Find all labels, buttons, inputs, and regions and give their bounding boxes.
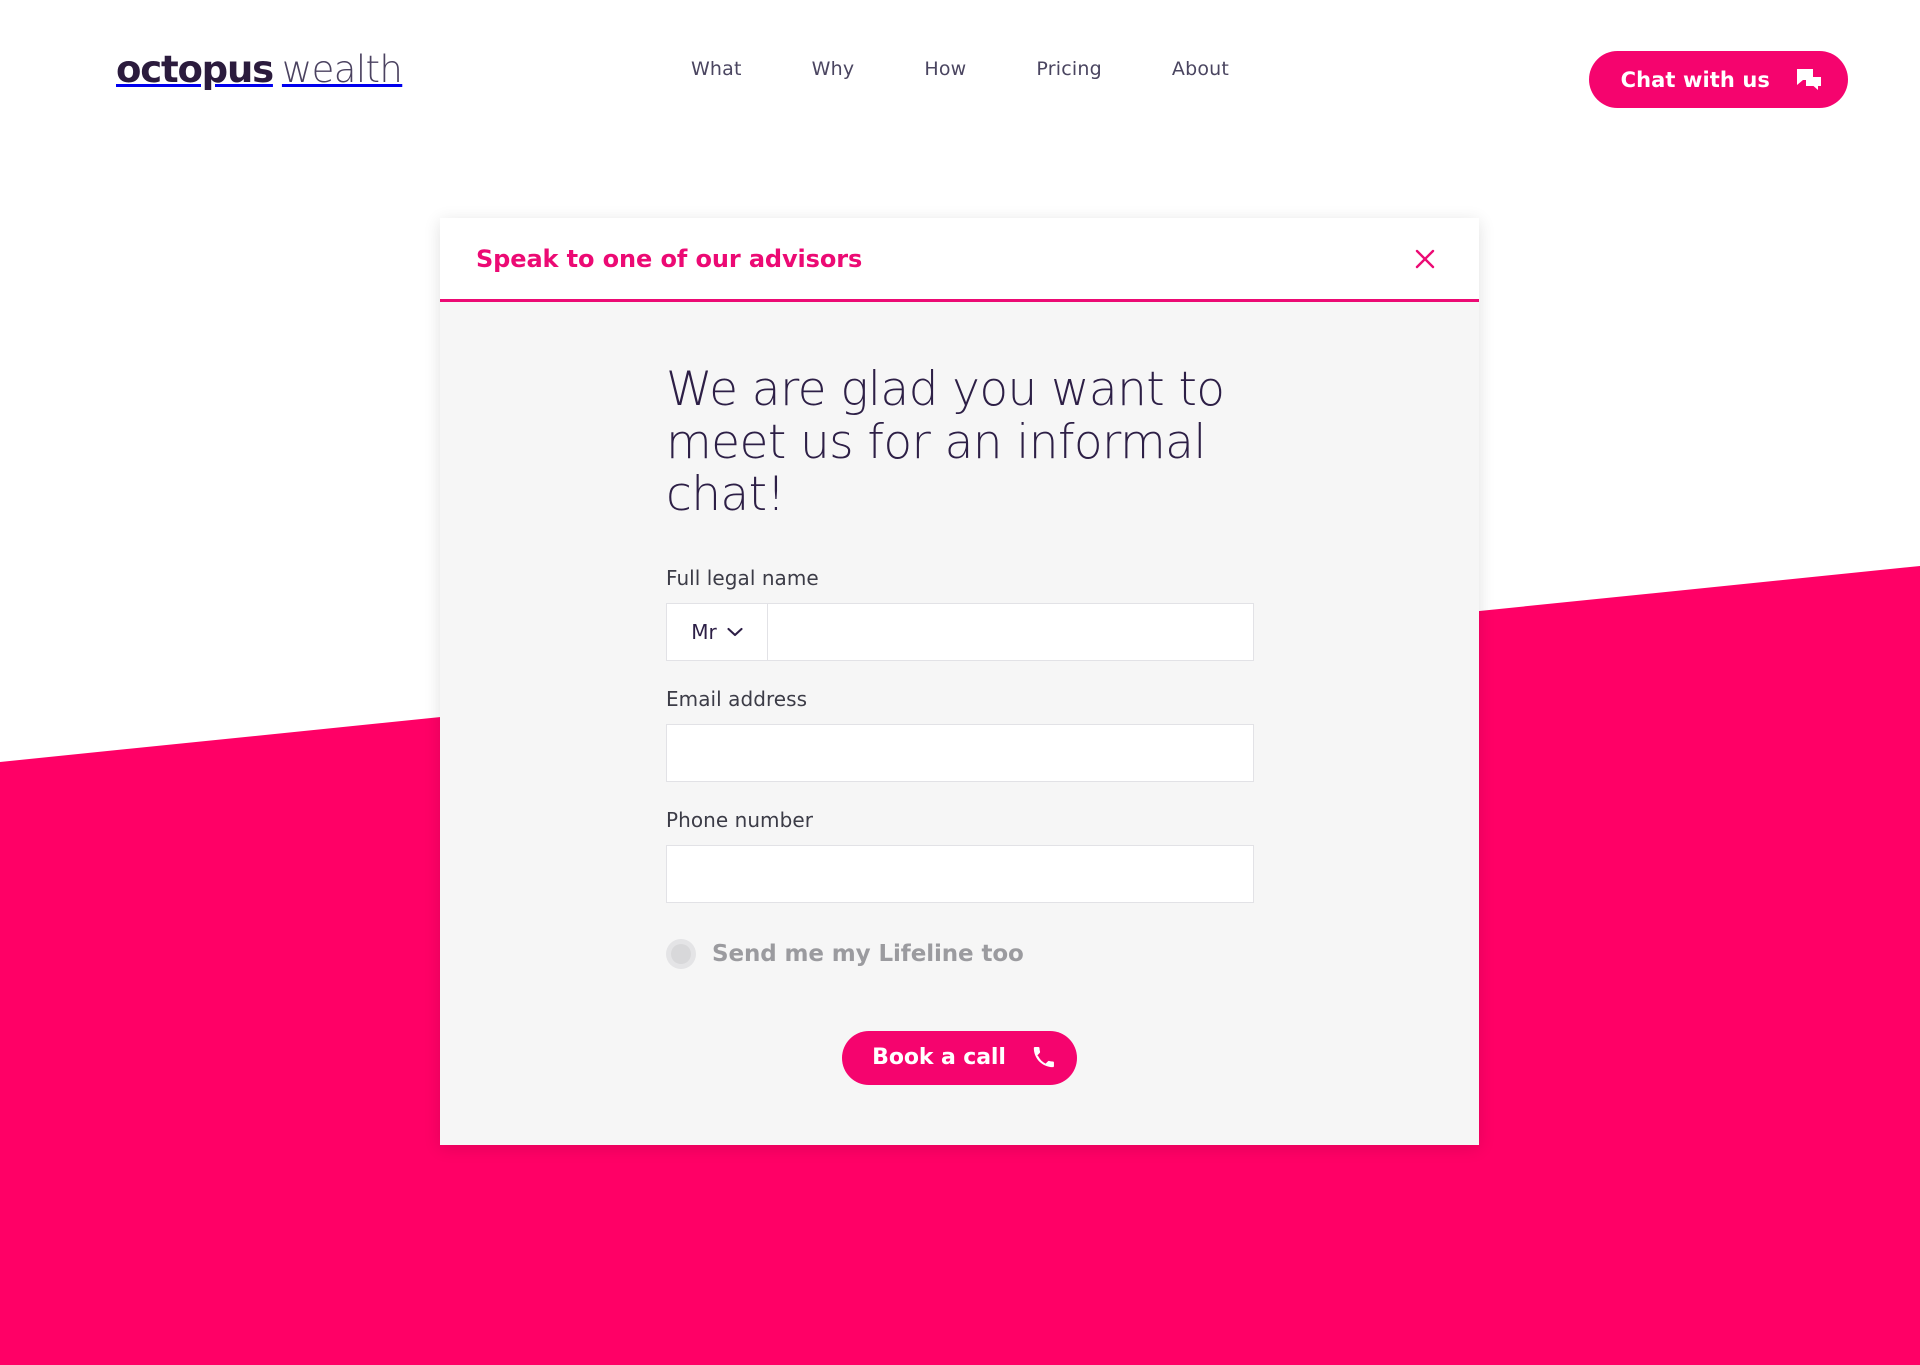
chat-with-us-button[interactable]: Chat with us: [1588, 51, 1848, 108]
email-label: Email address: [666, 686, 808, 711]
chat-bubbles-icon: [1796, 68, 1822, 92]
field-group-phone: Phone number: [666, 808, 1254, 903]
close-x-icon: [1414, 248, 1436, 270]
chat-with-us-label: Chat with us: [1620, 67, 1770, 92]
full-name-field-row: Mr: [666, 602, 1254, 661]
submit-row: Book a call: [440, 1030, 1479, 1085]
nav-link-what[interactable]: What: [656, 58, 777, 80]
nav-link-why[interactable]: Why: [777, 58, 890, 80]
modal-title: Speak to one of our advisors: [476, 244, 863, 273]
modal-body: We are glad you want to meet us for an i…: [440, 302, 1479, 1145]
nav-link-how[interactable]: How: [889, 58, 1001, 80]
lifeline-optin-toggle[interactable]: Send me my Lifeline too: [666, 938, 1254, 969]
modal-heading: We are glad you want to meet us for an i…: [666, 362, 1225, 523]
full-name-input[interactable]: [768, 603, 1253, 660]
email-input[interactable]: [666, 723, 1254, 782]
toggle-circle-icon: [666, 938, 696, 969]
nav-link-pricing[interactable]: Pricing: [1001, 58, 1136, 80]
full-name-label: Full legal name: [666, 565, 819, 590]
phone-label: Phone number: [666, 807, 813, 832]
advisor-modal: Speak to one of our advisors We are glad…: [440, 218, 1479, 1145]
phone-handset-icon: [1032, 1046, 1055, 1069]
modal-close-button[interactable]: [1405, 239, 1445, 279]
field-group-full-name: Full legal name Mr: [666, 566, 1254, 661]
title-select[interactable]: Mr: [667, 603, 768, 660]
book-a-call-button[interactable]: Book a call: [842, 1030, 1077, 1085]
chevron-down-icon: [727, 627, 743, 637]
nav-link-about[interactable]: About: [1137, 58, 1264, 80]
book-a-call-label: Book a call: [872, 1045, 1006, 1071]
modal-header: Speak to one of our advisors: [440, 218, 1479, 302]
phone-input[interactable]: [666, 844, 1254, 903]
site-header: octopus wealth What Why How Pricing Abou…: [0, 0, 1920, 140]
lifeline-optin-label: Send me my Lifeline too: [712, 940, 1024, 967]
field-group-email: Email address: [666, 687, 1254, 782]
title-select-value: Mr: [691, 619, 717, 644]
